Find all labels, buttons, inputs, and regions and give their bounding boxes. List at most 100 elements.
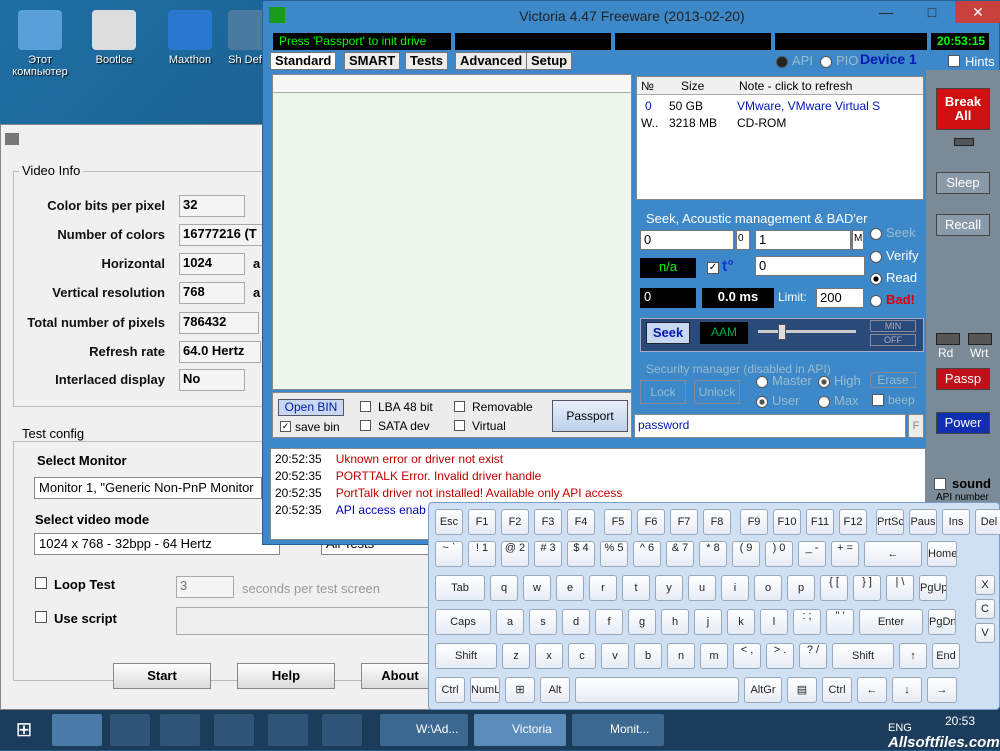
password-button[interactable]: F	[908, 414, 924, 438]
key[interactable]: Ctrl	[435, 677, 465, 703]
key[interactable]: F2	[501, 509, 529, 535]
read-radio[interactable]: Read	[870, 270, 917, 285]
key[interactable]: e	[556, 575, 584, 601]
key[interactable]: + =	[831, 541, 859, 567]
key[interactable]: s	[529, 609, 557, 635]
key[interactable]: r	[589, 575, 617, 601]
key[interactable]: F7	[670, 509, 698, 535]
passport-button[interactable]: Passport	[552, 400, 628, 432]
minimize-button[interactable]: —	[863, 1, 909, 23]
tab-smart[interactable]: SMART	[344, 52, 401, 70]
use-script-checkbox[interactable]	[35, 611, 47, 623]
taskbar-pinned[interactable]	[52, 714, 102, 746]
key[interactable]: < ,	[733, 643, 761, 669]
key[interactable]: F11	[806, 509, 834, 535]
lock-button[interactable]: Lock	[640, 380, 686, 404]
off-button[interactable]: OFF	[870, 334, 916, 346]
script-path-input[interactable]	[176, 607, 431, 635]
desktop-icon-computer[interactable]: Этот компьютер	[4, 4, 76, 78]
key[interactable]: Shift	[435, 643, 497, 669]
desktop-icon-maxthon[interactable]: Maxthon	[154, 4, 226, 66]
password-input[interactable]: password	[634, 414, 906, 438]
key[interactable]: F10	[773, 509, 801, 535]
key[interactable]: b	[634, 643, 662, 669]
seek-from-button[interactable]: 0	[736, 230, 750, 250]
key[interactable]: ←	[857, 677, 887, 703]
key[interactable]: l	[760, 609, 788, 635]
beep-checkbox[interactable]	[872, 394, 884, 406]
user-radio[interactable]: User	[756, 393, 799, 408]
col-note[interactable]: Note - click to refresh	[739, 79, 852, 93]
key[interactable]: F3	[534, 509, 562, 535]
drive-note[interactable]: CD-ROM	[737, 116, 786, 130]
unlock-button[interactable]: Unlock	[694, 380, 740, 404]
tab-tests[interactable]: Tests	[405, 52, 448, 70]
key[interactable]: w	[523, 575, 551, 601]
key[interactable]: ! 1	[468, 541, 496, 567]
tab-advanced[interactable]: Advanced	[455, 52, 528, 70]
language-indicator[interactable]: ENG	[888, 722, 912, 734]
key[interactable]: PgDn	[928, 609, 956, 635]
save-bin-checkbox[interactable]: ✓	[280, 421, 291, 432]
help-button[interactable]: Help	[237, 663, 335, 689]
passp-button[interactable]: Passp	[936, 368, 990, 390]
drive-size[interactable]: 50 GB	[669, 99, 703, 113]
seek-button[interactable]: Seek	[646, 322, 690, 344]
drive-size[interactable]: 3218 MB	[669, 116, 717, 130]
taskbar-item[interactable]: Monit...	[572, 714, 664, 746]
sound-checkbox[interactable]	[934, 478, 946, 490]
key[interactable]: F12	[839, 509, 867, 535]
key[interactable]: % 5	[600, 541, 628, 567]
key[interactable]: Caps	[435, 609, 491, 635]
key[interactable]: F1	[468, 509, 496, 535]
key[interactable]: k	[727, 609, 755, 635]
key[interactable]: F6	[637, 509, 665, 535]
key[interactable]: t	[622, 575, 650, 601]
desktop-icon-shield[interactable]: Sh Def	[228, 4, 262, 66]
key[interactable]: _ -	[798, 541, 826, 567]
open-bin-button[interactable]: Open BIN	[278, 399, 344, 416]
drive-num[interactable]: 0	[645, 99, 652, 113]
max-radio[interactable]: Max	[818, 393, 859, 408]
key[interactable]: g	[628, 609, 656, 635]
key[interactable]: z	[502, 643, 530, 669]
key[interactable]: & 7	[666, 541, 694, 567]
hints-checkbox[interactable]	[948, 55, 960, 67]
key[interactable]: NumL	[470, 677, 500, 703]
key[interactable]: m	[700, 643, 728, 669]
side-key[interactable]: X	[975, 575, 995, 595]
side-key[interactable]: C	[975, 599, 995, 619]
key[interactable]: | \	[886, 575, 914, 601]
key[interactable]: ←	[864, 541, 922, 567]
key[interactable]: i	[721, 575, 749, 601]
sleep-button[interactable]: Sleep	[936, 172, 990, 194]
pio-radio[interactable]: PIO	[820, 53, 858, 68]
key[interactable]: F8	[703, 509, 731, 535]
key[interactable]: ) 0	[765, 541, 793, 567]
key[interactable]: Tab	[435, 575, 485, 601]
key[interactable]: PrtSc	[876, 509, 904, 535]
taskbar-pinned[interactable]	[214, 714, 254, 746]
key[interactable]: AltGr	[744, 677, 782, 703]
key[interactable]: a	[496, 609, 524, 635]
key[interactable]: ~ `	[435, 541, 463, 567]
seek-from-input[interactable]: 0	[640, 230, 734, 250]
key[interactable]	[575, 677, 739, 703]
tab-standard[interactable]: Standard	[270, 52, 337, 70]
key[interactable]: ↑	[899, 643, 927, 669]
key[interactable]: j	[694, 609, 722, 635]
taskbar-pinned[interactable]	[322, 714, 362, 746]
key[interactable]: p	[787, 575, 815, 601]
select-mode-combo[interactable]: 1024 x 768 - 32bpp - 64 Hertz	[34, 533, 280, 555]
taskbar-item-active[interactable]: Victoria	[474, 714, 566, 746]
key[interactable]: * 8	[699, 541, 727, 567]
key[interactable]: End	[932, 643, 960, 669]
key[interactable]: ? /	[799, 643, 827, 669]
drive-num[interactable]: W..	[641, 116, 658, 130]
key[interactable]: : ;	[793, 609, 821, 635]
key[interactable]: q	[490, 575, 518, 601]
aam-slider[interactable]	[758, 330, 856, 333]
power-button[interactable]: Power	[936, 412, 990, 434]
desktop-icon-bootice[interactable]: Bootlce	[78, 4, 150, 66]
key[interactable]: u	[688, 575, 716, 601]
